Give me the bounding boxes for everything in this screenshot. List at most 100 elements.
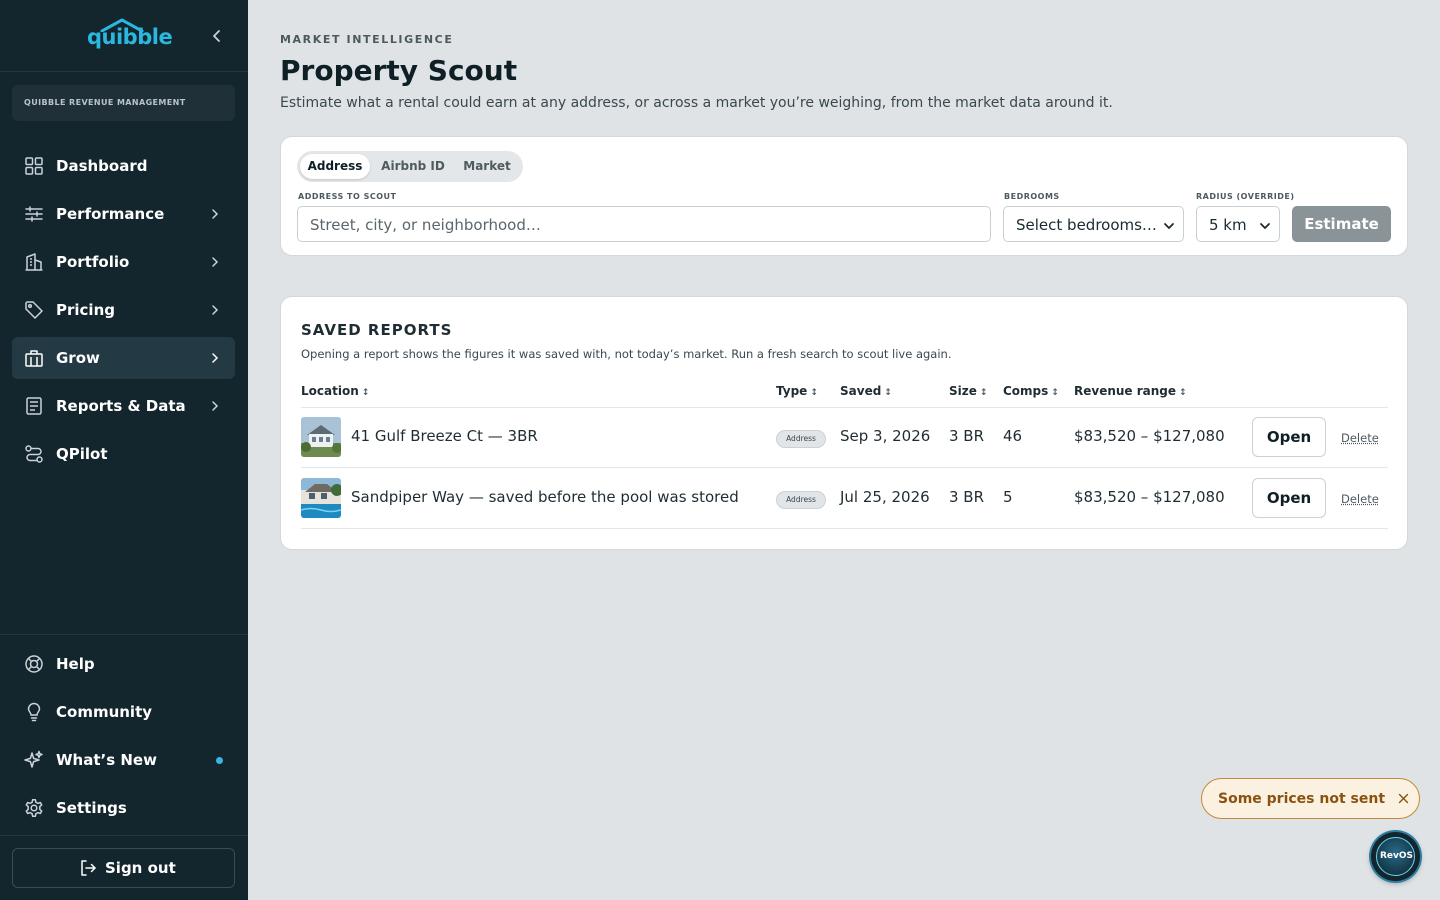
- open-report-button[interactable]: Open: [1252, 417, 1326, 457]
- document-icon: [26, 397, 42, 415]
- radius-select-value: 5 km: [1209, 216, 1247, 234]
- sidebar-item-help[interactable]: Help: [12, 643, 235, 685]
- tab-address[interactable]: Address: [300, 154, 370, 179]
- page-eyebrow: MARKET INTELLIGENCE: [280, 33, 454, 46]
- column-header-label: Saved: [840, 384, 882, 398]
- address-field-label: ADDRESS TO SCOUT: [298, 192, 397, 201]
- report-revenue-range: $83,520 – $127,080: [1074, 488, 1225, 506]
- sliders-icon: [25, 206, 43, 222]
- lifebuoy-icon: [25, 655, 43, 673]
- type-badge: Address: [776, 430, 826, 448]
- sidebar-item-label: Performance: [56, 205, 165, 223]
- logo-bar: quibble: [0, 0, 248, 72]
- close-icon[interactable]: [1398, 793, 1409, 804]
- column-header-label: Size: [949, 384, 977, 398]
- chevron-right-icon: [212, 209, 219, 219]
- column-header-comps[interactable]: Comps ↕: [1003, 384, 1059, 398]
- saved-reports-card: SAVED REPORTS Opening a report shows the…: [280, 296, 1408, 550]
- report-revenue-range: $83,520 – $127,080: [1074, 427, 1225, 445]
- sidebar-item-label: Pricing: [56, 301, 115, 319]
- quibble-logo[interactable]: quibble: [87, 18, 173, 54]
- tab-market[interactable]: Market: [454, 154, 520, 179]
- report-saved-date: Sep 3, 2026: [840, 427, 931, 445]
- org-switcher[interactable]: QUIBBLE REVENUE MANAGEMENT: [12, 85, 235, 121]
- bedrooms-field-label: BEDROOMS: [1004, 192, 1060, 201]
- property-thumbnail: [301, 417, 341, 457]
- sparkle-icon: [24, 750, 43, 768]
- address-input[interactable]: Street, city, or neighborhood…: [297, 206, 991, 242]
- toast-message: Some prices not sent: [1218, 791, 1386, 807]
- new-indicator-dot: [216, 757, 223, 764]
- column-header-label: Revenue range: [1074, 384, 1177, 398]
- bedrooms-select[interactable]: Select bedrooms…: [1003, 206, 1184, 242]
- column-header-type[interactable]: Type ↕: [776, 384, 818, 398]
- sidebar-item-dashboard[interactable]: Dashboard: [12, 145, 235, 187]
- page-subtitle: Estimate what a rental could earn at any…: [280, 95, 1113, 111]
- sidebar-item-grow[interactable]: Grow: [12, 337, 235, 379]
- open-report-button[interactable]: Open: [1252, 478, 1326, 518]
- gear-icon: [25, 799, 43, 817]
- logo-text: quibble: [87, 25, 173, 49]
- sidebar-item-label: Community: [56, 703, 153, 721]
- property-thumbnail: [301, 478, 341, 518]
- house-photo-icon: [301, 417, 341, 457]
- delete-report-link[interactable]: Delete: [1341, 431, 1379, 445]
- pool-photo-icon: [301, 478, 341, 518]
- saved-reports-title: SAVED REPORTS: [301, 321, 453, 339]
- sidebar-item-label: What’s New: [56, 751, 157, 769]
- report-size: 3 BR: [949, 427, 985, 445]
- sort-icon: ↕: [361, 388, 370, 398]
- collapse-sidebar-icon[interactable]: [207, 26, 227, 46]
- sidebar-item-reports-data[interactable]: Reports & Data: [12, 385, 235, 427]
- grid-icon: [25, 157, 43, 175]
- tab-airbnb-id[interactable]: Airbnb ID: [374, 154, 452, 179]
- tag-icon: [25, 301, 43, 319]
- sidebar-item-label: Dashboard: [56, 157, 148, 175]
- saved-reports-subtitle: Opening a report shows the figures it wa…: [301, 347, 952, 361]
- table-divider: [301, 528, 1388, 529]
- column-header-revenue-range[interactable]: Revenue range ↕: [1074, 384, 1187, 398]
- chevron-right-icon: [212, 305, 219, 315]
- column-header-size[interactable]: Size ↕: [949, 384, 987, 398]
- sidebar-item-whats-new[interactable]: What’s New: [12, 739, 235, 781]
- sign-out-button[interactable]: Sign out: [12, 848, 235, 888]
- delete-report-link[interactable]: Delete: [1341, 492, 1379, 506]
- revos-label: RevOS: [1379, 851, 1414, 861]
- chevron-right-icon: [212, 401, 219, 411]
- logout-icon: [81, 860, 96, 876]
- report-saved-date: Jul 25, 2026: [840, 488, 930, 506]
- sign-out-label: Sign out: [105, 859, 176, 877]
- sort-icon: ↕: [1051, 388, 1059, 398]
- sidebar: quibble QUIBBLE REVENUE MANAGEMENT Dashb…: [0, 0, 248, 900]
- sidebar-item-label: Grow: [56, 349, 100, 367]
- sidebar-item-label: Settings: [56, 799, 127, 817]
- column-header-label: Type: [776, 384, 808, 398]
- report-comps: 5: [1003, 488, 1013, 506]
- sidebar-item-portfolio[interactable]: Portfolio: [12, 241, 235, 283]
- sort-icon: ↕: [1179, 388, 1187, 398]
- column-header-saved[interactable]: Saved ↕: [840, 384, 892, 398]
- estimate-button[interactable]: Estimate: [1292, 206, 1391, 242]
- type-badge: Address: [776, 491, 826, 509]
- sidebar-item-label: QPilot: [56, 445, 108, 463]
- column-header-label: Location: [301, 384, 359, 398]
- sidebar-divider: [0, 835, 248, 836]
- sidebar-item-label: Portfolio: [56, 253, 130, 271]
- route-icon: [25, 445, 43, 463]
- scout-mode-tabs: Address Airbnb ID Market: [297, 151, 523, 182]
- sidebar-item-settings[interactable]: Settings: [12, 787, 235, 829]
- radius-select[interactable]: 5 km: [1196, 206, 1280, 242]
- prices-not-sent-toast[interactable]: Some prices not sent: [1201, 778, 1420, 819]
- sidebar-item-label: Reports & Data: [56, 397, 186, 415]
- sidebar-item-performance[interactable]: Performance: [12, 193, 235, 235]
- column-header-location[interactable]: Location ↕: [301, 384, 369, 398]
- sidebar-item-community[interactable]: Community: [12, 691, 235, 733]
- sidebar-item-label: Help: [56, 655, 95, 673]
- chevron-down-icon: [1260, 223, 1270, 230]
- sidebar-item-pricing[interactable]: Pricing: [12, 289, 235, 331]
- sidebar-item-qpilot[interactable]: QPilot: [12, 433, 235, 475]
- storefront-icon: [25, 350, 43, 367]
- column-header-label: Comps: [1003, 384, 1049, 398]
- lightbulb-icon: [27, 702, 41, 722]
- revos-assistant-button[interactable]: RevOS: [1371, 832, 1420, 881]
